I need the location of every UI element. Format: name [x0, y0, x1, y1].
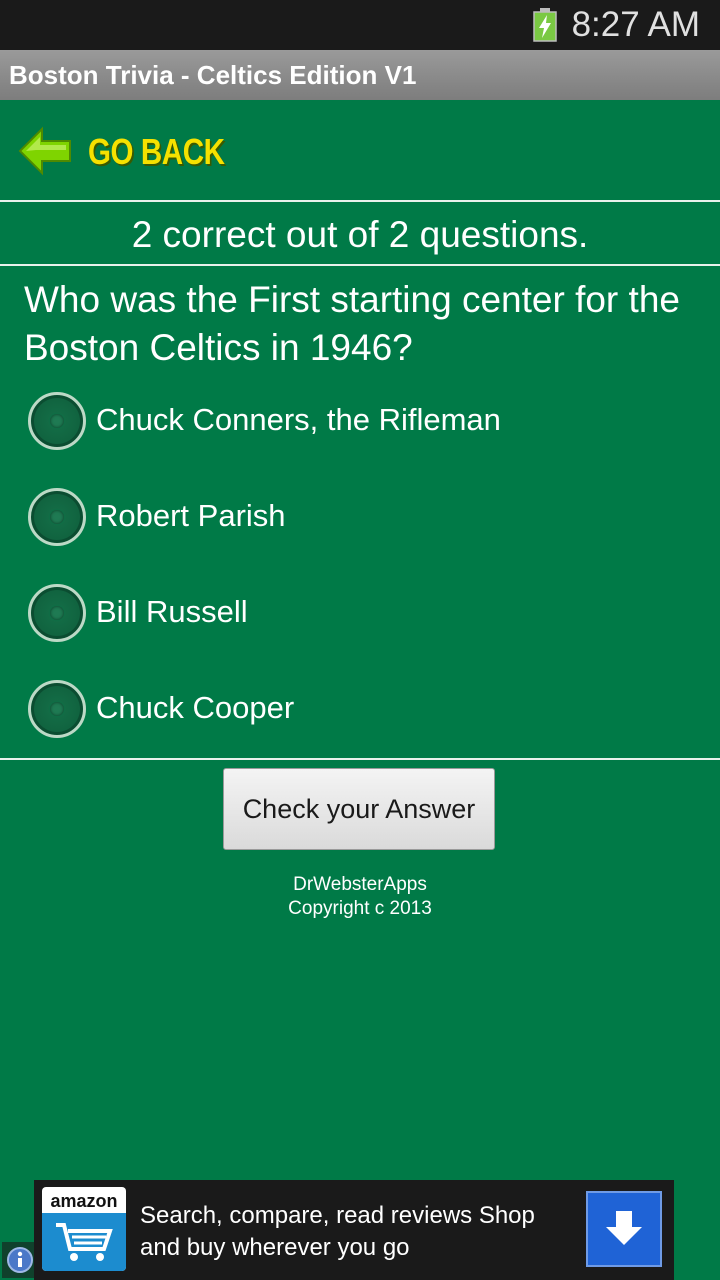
divider: [0, 758, 720, 760]
answer-option-3[interactable]: Bill Russell: [26, 582, 686, 646]
go-back-button[interactable]: GO BACK: [0, 100, 720, 200]
status-time: 8:27 AM: [571, 5, 700, 44]
check-answer-button[interactable]: Check your Answer: [223, 768, 495, 850]
battery-charging-icon: [533, 8, 557, 42]
app-screen: 8:27 AM Boston Trivia - Celtics Edition …: [0, 0, 720, 1280]
radio-dot: [50, 510, 64, 524]
download-button[interactable]: [586, 1191, 662, 1267]
shopping-cart-icon: [42, 1213, 126, 1271]
ad-banner[interactable]: amazon Search, compare, read reviews Sho…: [34, 1180, 674, 1280]
amazon-logo: amazon: [42, 1187, 126, 1271]
answer-option-2[interactable]: Robert Parish: [26, 486, 686, 550]
divider: [0, 264, 720, 266]
answer-option-4[interactable]: Chuck Cooper: [26, 678, 686, 742]
app-title: Boston Trivia - Celtics Edition V1: [9, 60, 417, 90]
title-bar: Boston Trivia - Celtics Edition V1: [0, 50, 720, 100]
status-bar: 8:27 AM: [0, 0, 720, 50]
radio-button[interactable]: [28, 488, 86, 546]
amazon-wordmark: amazon: [50, 1191, 118, 1211]
score-text: 2 correct out of 2 questions.: [131, 214, 589, 255]
answer-label: Chuck Conners, the Rifleman: [96, 402, 501, 437]
info-icon[interactable]: [2, 1242, 38, 1278]
arrow-left-icon: [18, 126, 71, 176]
ad-bar: amazon Search, compare, read reviews Sho…: [0, 1180, 720, 1280]
answer-label: Robert Parish: [96, 498, 286, 533]
answer-option-1[interactable]: Chuck Conners, the Rifleman: [26, 390, 686, 454]
answer-label: Chuck Cooper: [96, 690, 295, 725]
divider: [0, 200, 720, 202]
copyright-text: Copyright c 2013: [288, 898, 432, 919]
answer-label: Bill Russell: [96, 594, 248, 629]
radio-dot: [50, 414, 64, 428]
radio-button[interactable]: [28, 584, 86, 642]
radio-dot: [50, 702, 64, 716]
go-back-label: GO BACK: [88, 131, 225, 172]
radio-button[interactable]: [28, 680, 86, 738]
developer-text: DrWebsterApps: [293, 874, 427, 895]
question-text: Who was the First starting center for th…: [24, 279, 680, 368]
ad-text: Search, compare, read reviews Shop and b…: [140, 1202, 535, 1261]
download-arrow-icon: [606, 1211, 642, 1245]
radio-dot: [50, 606, 64, 620]
radio-button[interactable]: [28, 392, 86, 450]
